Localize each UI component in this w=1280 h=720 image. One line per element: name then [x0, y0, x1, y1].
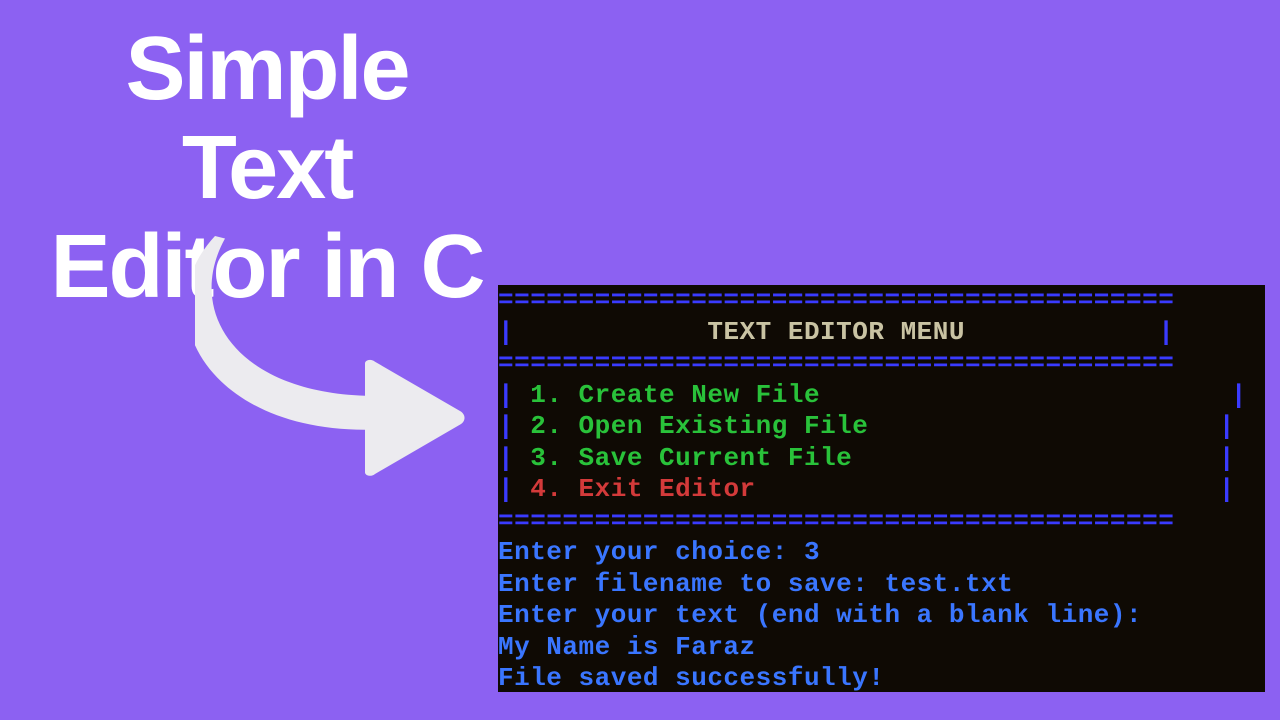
pipe-left: | — [498, 317, 514, 347]
text-content: My Name is Faraz — [498, 632, 1265, 664]
menu-title-row: | TEXT EDITOR MENU | — [498, 317, 1265, 349]
choice-value: 3 — [804, 537, 820, 567]
pipe-right: | — [1219, 474, 1235, 506]
pipe-left: | — [498, 380, 514, 412]
pipe-right: | — [1219, 411, 1235, 443]
arrow-icon — [195, 230, 475, 480]
ruler-mid: ========================================… — [498, 348, 1265, 380]
headline-line-1: Simple Text — [125, 19, 408, 218]
menu-title — [514, 317, 707, 347]
ruler-top: ========================================… — [498, 285, 1265, 317]
filename-value: test.txt — [884, 569, 1013, 599]
terminal-window: ========================================… — [498, 285, 1265, 692]
pipe-right: | — [1231, 380, 1247, 412]
menu-option-4: | 4. Exit Editor| — [498, 474, 1265, 506]
option-label: Create New File — [579, 380, 1231, 412]
choice-prompt: Enter your choice: 3 — [498, 537, 1265, 569]
menu-title-pad — [965, 317, 1158, 347]
status-message: File saved successfully! — [498, 663, 1265, 692]
option-number: 4. — [514, 474, 578, 506]
filename-prompt: Enter filename to save: test.txt — [498, 569, 1265, 601]
option-label: Open Existing File — [579, 411, 1219, 443]
menu-title-text: TEXT EDITOR MENU — [707, 317, 965, 347]
option-label: Exit Editor — [579, 474, 1219, 506]
pipe-right: | — [1219, 443, 1235, 475]
option-number: 1. — [514, 380, 578, 412]
pipe-left: | — [498, 411, 514, 443]
filename-label: Enter filename to save: — [498, 569, 884, 599]
option-number: 2. — [514, 411, 578, 443]
menu-option-2: | 2. Open Existing File| — [498, 411, 1265, 443]
option-number: 3. — [514, 443, 578, 475]
menu-option-3: | 3. Save Current File| — [498, 443, 1265, 475]
pipe-left: | — [498, 443, 514, 475]
option-label: Save Current File — [579, 443, 1219, 475]
ruler-bottom: ========================================… — [498, 506, 1265, 538]
choice-label: Enter your choice: — [498, 537, 804, 567]
entertext-prompt: Enter your text (end with a blank line): — [498, 600, 1265, 632]
menu-option-1: | 1. Create New File| — [498, 380, 1265, 412]
pipe-left: | — [498, 474, 514, 506]
pipe-right: | — [1158, 317, 1174, 347]
